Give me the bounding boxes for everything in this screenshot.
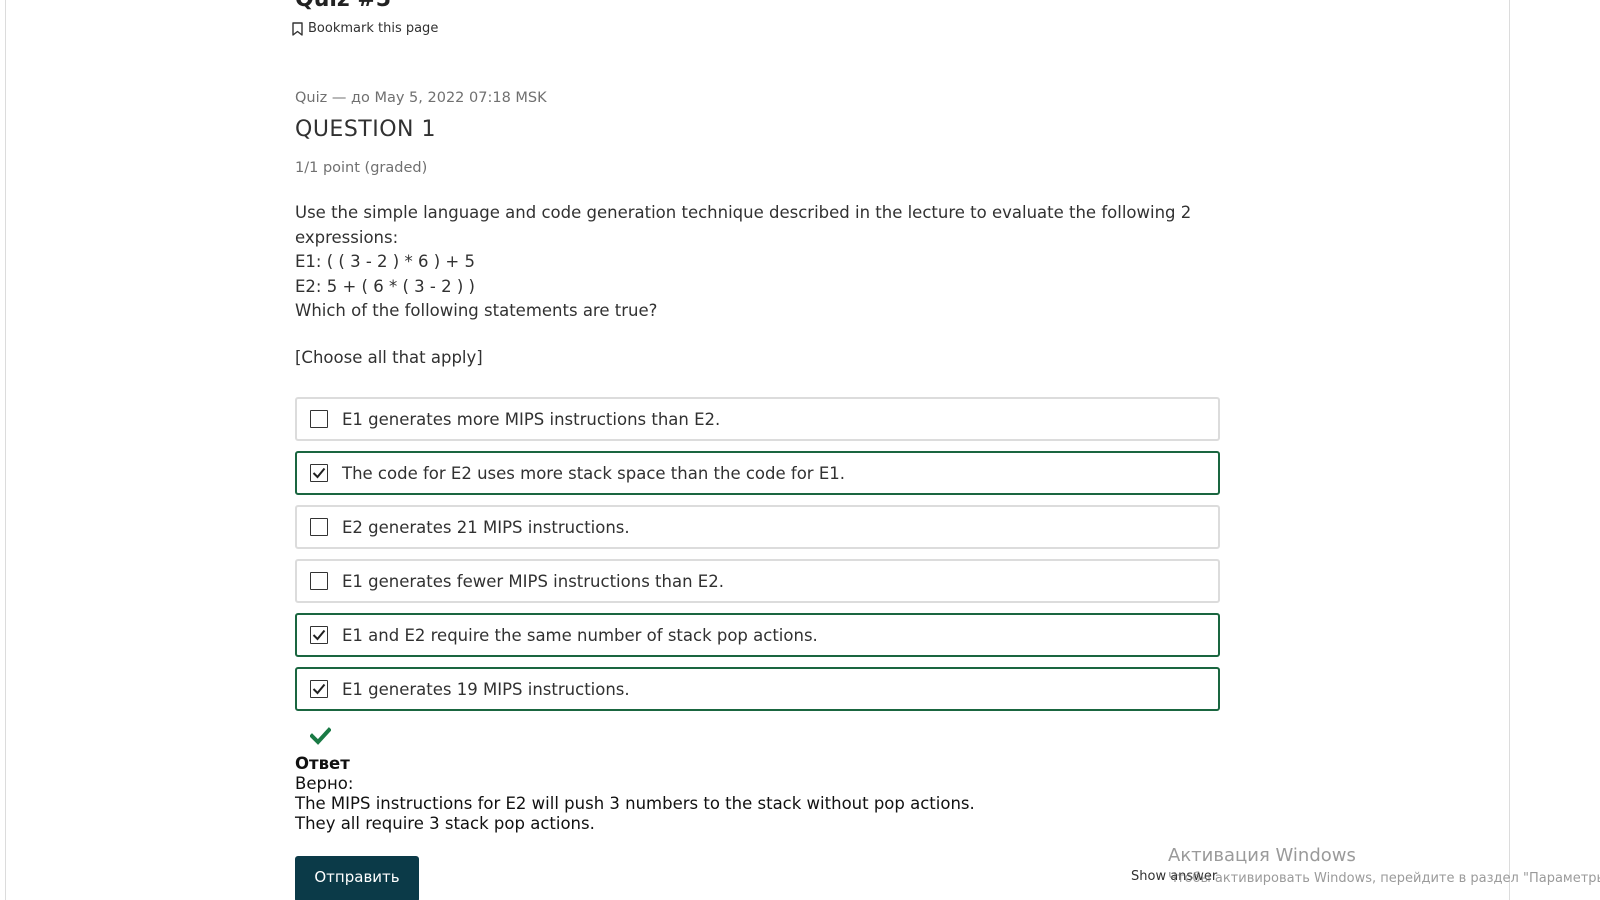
submit-button[interactable]: Отправить [295,856,419,900]
show-answer-button[interactable]: Show answer [1131,869,1217,884]
choice-label: E1 generates 19 MIPS instructions. [342,679,630,699]
checkmark-icon [312,683,326,695]
choose-instruction: [Choose all that apply] [295,348,483,367]
problem-line: E1: ( ( 3 - 2 ) * 6 ) + 5 [295,252,475,271]
checkmark-icon [312,467,326,479]
choice-list: E1 generates more MIPS instructions than… [295,397,1220,721]
bookmark-label: Bookmark this page [308,21,439,36]
question-title: QUESTION 1 [295,117,436,142]
checkbox[interactable] [310,626,328,644]
checkbox[interactable] [310,464,328,482]
bookmark-icon [292,21,303,36]
problem-points: 1/1 point (graded) [295,160,428,176]
choice-option[interactable]: The code for E2 uses more stack space th… [295,451,1220,495]
answer-explanation: Ответ Верно: The MIPS instructions for E… [295,754,975,834]
answer-heading: Ответ [295,754,350,773]
bookmark-button[interactable]: Bookmark this page [292,21,438,36]
choice-option[interactable]: E2 generates 21 MIPS instructions. [295,505,1220,549]
checkbox[interactable] [310,410,328,428]
unit-title: Quiz #5 [295,0,391,14]
choice-option[interactable]: E1 generates more MIPS instructions than… [295,397,1220,441]
checkmark-icon [312,629,326,641]
problem-meta: Quiz — до May 5, 2022 07:18 MSK [295,90,547,106]
choice-label: E1 generates fewer MIPS instructions tha… [342,571,724,591]
choice-label: E1 generates more MIPS instructions than… [342,409,721,429]
choice-label: E1 and E2 require the same number of sta… [342,625,818,645]
choice-option[interactable]: E1 generates fewer MIPS instructions tha… [295,559,1220,603]
checkbox[interactable] [310,680,328,698]
problem-line: Which of the following statements are tr… [295,301,658,320]
answer-verdict: Верно: [295,774,354,793]
answer-explanation-line: The MIPS instructions for E2 will push 3… [295,794,975,813]
choice-label: The code for E2 uses more stack space th… [342,463,846,483]
choice-option[interactable]: E1 generates 19 MIPS instructions. [295,667,1220,711]
correct-checkmark-icon [309,727,332,749]
problem-line: Use the simple language and code generat… [295,203,1192,247]
problem-line: E2: 5 + ( 6 * ( 3 - 2 ) ) [295,276,475,296]
checkbox[interactable] [310,518,328,536]
answer-explanation-line: They all require 3 stack pop actions. [295,814,595,833]
page: Quiz #5 Bookmark this page Quiz — до May… [0,0,1600,900]
checkbox[interactable] [310,572,328,590]
choice-option[interactable]: E1 and E2 require the same number of sta… [295,613,1220,657]
choice-label: E2 generates 21 MIPS instructions. [342,517,630,537]
problem-text: Use the simple language and code generat… [295,201,1225,324]
